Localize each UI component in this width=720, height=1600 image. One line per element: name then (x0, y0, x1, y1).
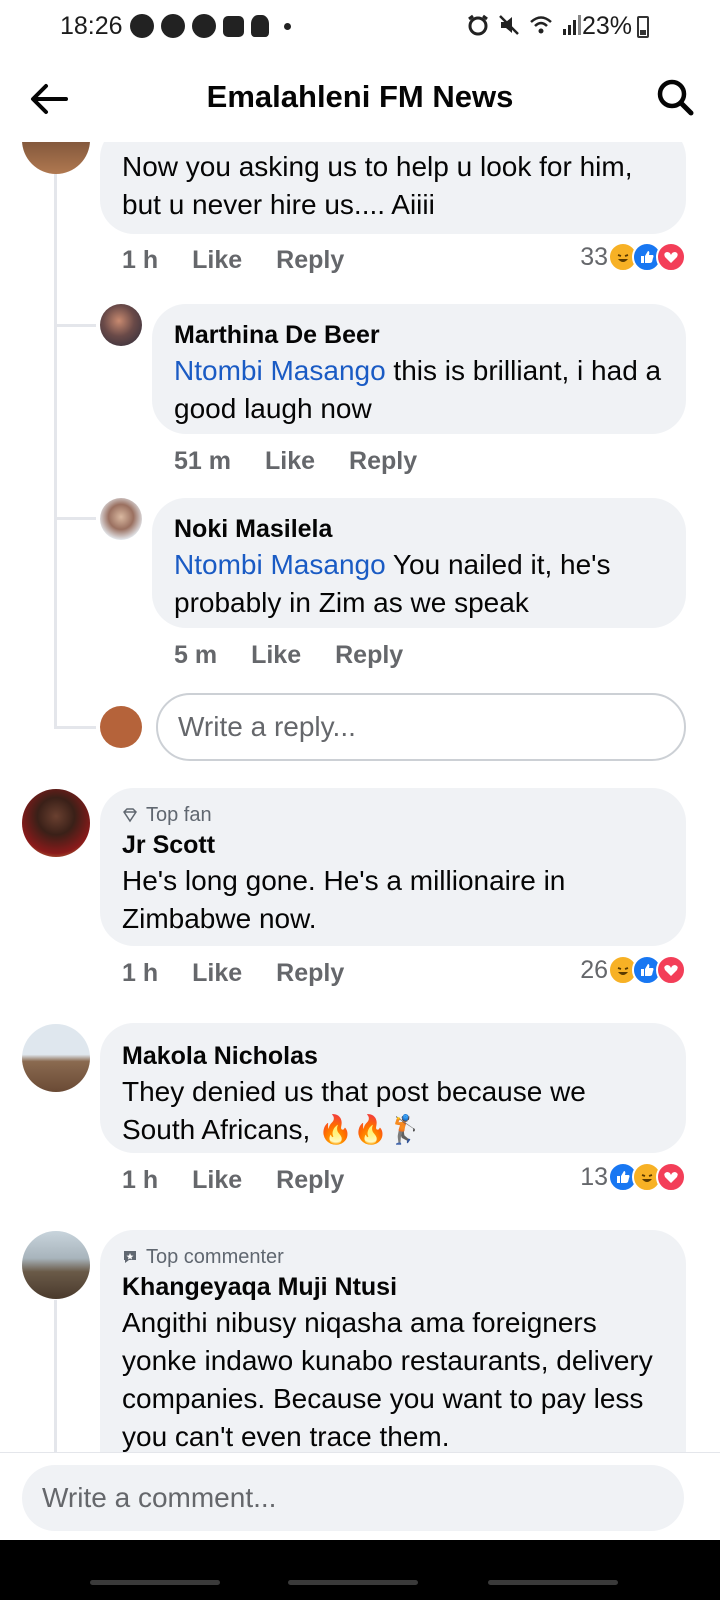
reply-bubble[interactable]: Noki Masilela Ntombi Masango You nailed … (152, 498, 686, 628)
comment-time: 1 h (122, 246, 159, 274)
comment-bubble[interactable]: Makola Nicholas They denied us that post… (100, 1023, 686, 1153)
nav-back-button[interactable] (488, 1580, 618, 1585)
reply-button[interactable]: Reply (276, 959, 344, 988)
messenger-icon (192, 14, 216, 38)
nav-recents-button[interactable] (90, 1580, 220, 1585)
reply-actions: 5 m Like Reply (174, 641, 403, 670)
comment-bubble[interactable]: Now you asking us to help u look for him… (100, 142, 686, 234)
reply-button[interactable]: Reply (349, 447, 417, 476)
search-icon (657, 79, 694, 116)
status-bar: 18:26 23% (0, 0, 720, 54)
reply-input[interactable]: Write a reply... (156, 693, 686, 761)
diamond-icon (123, 808, 137, 823)
top-fan-badge: Top fan (122, 802, 666, 828)
mention-link[interactable]: Ntombi Masango (174, 355, 386, 386)
battery-percentage: 23% (581, 12, 632, 40)
love-reaction-icon (656, 242, 686, 272)
system-icons (467, 14, 582, 36)
status-time: 18:26 (60, 12, 123, 40)
reply-time: 5 m (174, 641, 218, 669)
bolt-icon (161, 14, 185, 38)
thread-connector (54, 726, 96, 729)
comments-feed[interactable]: Now you asking us to help u look for him… (0, 142, 720, 1482)
comment-bubble[interactable]: Top fan Jr Scott He's long gone. He's a … (100, 788, 686, 946)
commenter-name[interactable]: Marthina De Beer (174, 318, 666, 352)
app-header: Emalahleni FM News (0, 56, 720, 142)
avatar[interactable] (22, 1024, 90, 1092)
like-button[interactable]: Like (251, 641, 301, 670)
reaction-count: 33 (580, 242, 608, 271)
reply-button[interactable]: Reply (276, 246, 344, 275)
top-commenter-badge: Top commenter (122, 1244, 666, 1270)
reply-actions: 51 m Like Reply (174, 447, 417, 476)
android-icon (251, 15, 269, 37)
reply-button[interactable]: Reply (276, 1166, 344, 1195)
thread-line (54, 172, 57, 728)
comment-actions: 1 h Like Reply (122, 959, 344, 988)
comment-composer: Write a comment... (0, 1452, 720, 1536)
commenter-name[interactable]: Jr Scott (122, 828, 666, 862)
reaction-summary[interactable]: 33 (580, 242, 686, 272)
like-button[interactable]: Like (192, 246, 242, 275)
reply-time: 51 m (174, 447, 231, 475)
comment-text: He's long gone. He's a millionaire in Zi… (122, 865, 566, 934)
avatar[interactable] (22, 789, 90, 857)
nav-home-button[interactable] (288, 1580, 418, 1585)
like-button[interactable]: Like (265, 447, 315, 476)
reply-text: Ntombi Masango You nailed it, he's proba… (174, 546, 666, 622)
comment-actions: 1 h Like Reply (122, 246, 344, 275)
avatar[interactable] (22, 1231, 90, 1299)
reaction-summary[interactable]: 13 (580, 1162, 686, 1192)
page-title: Emalahleni FM News (206, 79, 514, 114)
love-reaction-icon (656, 955, 686, 985)
thread-connector (54, 324, 96, 327)
mention-link[interactable]: Ntombi Masango (174, 549, 386, 580)
comment-bubble[interactable]: Top commenter Khangeyaqa Muji Ntusi Angi… (100, 1230, 686, 1482)
battery-icon (637, 16, 649, 38)
comment-text: Angithi nibusy niqasha ama foreigners yo… (122, 1307, 653, 1452)
commenter-name[interactable]: Noki Masilela (174, 512, 666, 546)
badge-label: Top fan (146, 804, 212, 826)
whatsapp-icon (130, 14, 154, 38)
comment-input[interactable]: Write a comment... (22, 1465, 684, 1531)
reaction-summary[interactable]: 26 (580, 955, 686, 985)
like-button[interactable]: Like (192, 1166, 242, 1195)
comment-time: 1 h (122, 1166, 159, 1194)
mute-icon (499, 15, 519, 35)
reply-button[interactable]: Reply (335, 641, 403, 670)
system-nav-bar (0, 1540, 720, 1600)
reaction-count: 26 (580, 955, 608, 984)
comment-actions: 1 h Like Reply (122, 1166, 344, 1195)
love-reaction-icon (656, 1162, 686, 1192)
chat-badge-icon (124, 1251, 136, 1263)
notification-icons (130, 14, 291, 38)
signal-icon (563, 15, 581, 35)
s-app-icon (223, 15, 244, 37)
comment-text: They denied us that post because we Sout… (122, 1076, 586, 1145)
thread-connector (54, 517, 96, 520)
reply-bubble[interactable]: Marthina De Beer Ntombi Masango this is … (152, 304, 686, 434)
wifi-icon (530, 16, 552, 34)
badge-label: Top commenter (146, 1246, 284, 1268)
search-button[interactable] (652, 74, 698, 120)
avatar[interactable] (22, 142, 90, 174)
alarm-icon (468, 14, 488, 36)
avatar[interactable] (100, 498, 142, 540)
commenter-name[interactable]: Khangeyaqa Muji Ntusi (122, 1270, 666, 1304)
avatar[interactable] (100, 304, 142, 346)
comment-text: Now you asking us to help u look for him… (122, 151, 633, 220)
comment-time: 1 h (122, 959, 159, 987)
more-notifications-dot (284, 22, 291, 30)
reply-text: Ntombi Masango this is brilliant, i had … (174, 352, 666, 428)
commenter-name[interactable]: Makola Nicholas (122, 1039, 666, 1073)
user-avatar (100, 706, 142, 748)
reaction-count: 13 (580, 1162, 608, 1191)
like-button[interactable]: Like (192, 959, 242, 988)
